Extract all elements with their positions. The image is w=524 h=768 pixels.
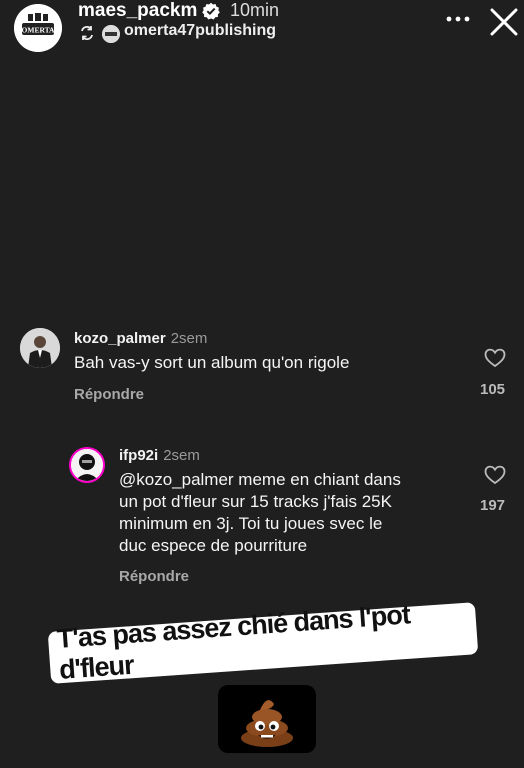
story-time: 10min [230, 0, 280, 20]
omerta-logo-icon: OMERTA [14, 4, 62, 52]
caption-text: T'as pas assez chié dans l'pot d'fleur [56, 599, 411, 685]
repost-audio-icon [81, 26, 93, 40]
heart-like-icon[interactable] [484, 465, 506, 485]
reply-username[interactable]: ifp92i 2sem [119, 447, 200, 464]
audio-attribution[interactable]: omerta47publishing [124, 22, 276, 40]
comment-avatar[interactable] [20, 328, 60, 368]
emoji-sticker [218, 685, 316, 753]
poop-emoji-icon [241, 700, 293, 747]
audio-avatar [102, 25, 120, 43]
comment-username[interactable]: kozo_palmer 2sem [74, 330, 207, 347]
like-count: 105 [480, 381, 506, 398]
reply-avatar[interactable] [69, 447, 105, 483]
verified-badge-icon [202, 2, 220, 20]
story-username[interactable]: maes_packm [78, 0, 197, 22]
reply-text: @kozo_palmer meme en chiant dans un pot … [119, 470, 401, 555]
more-options-icon[interactable] [445, 14, 471, 24]
reply-button[interactable]: Répondre [74, 386, 144, 403]
like-count: 197 [480, 497, 506, 514]
profile-avatar[interactable]: OMERTA [14, 4, 62, 52]
close-icon[interactable] [488, 6, 520, 38]
comment-text: Bah vas-y sort un album qu'on rigole [74, 353, 350, 372]
story-view: OMERTA maes_packm 10min omerta47publishi… [0, 0, 524, 768]
comment-time: 2sem [170, 330, 208, 347]
heart-like-icon[interactable] [484, 348, 506, 368]
reply-button[interactable]: Répondre [119, 568, 189, 585]
reply-time: 2sem [163, 447, 200, 464]
svg-text:OMERTA: OMERTA [22, 26, 56, 35]
